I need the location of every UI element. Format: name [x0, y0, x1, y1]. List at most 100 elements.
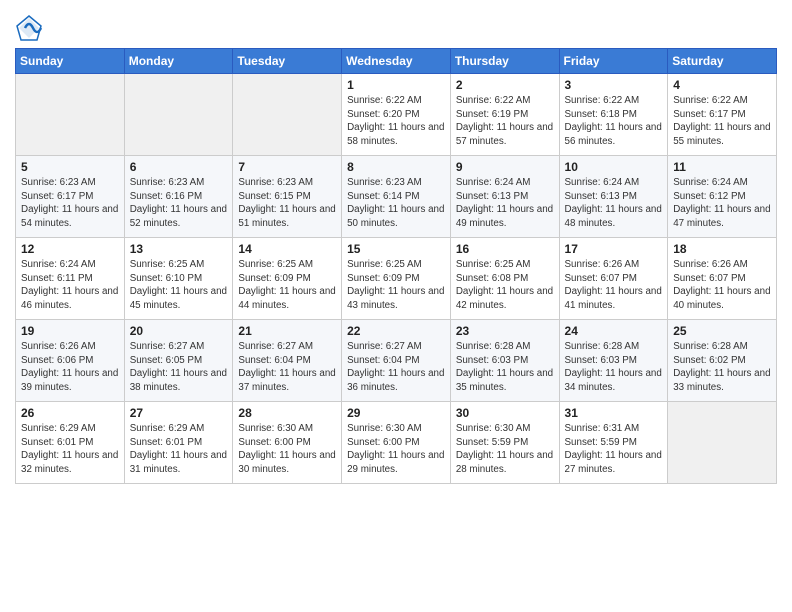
day-info: Sunrise: 6:30 AMSunset: 6:00 PMDaylight:…	[238, 422, 336, 477]
day-number: 28	[238, 406, 336, 420]
day-info: Sunrise: 6:25 AMSunset: 6:10 PMDaylight:…	[130, 258, 228, 313]
day-info: Sunrise: 6:30 AMSunset: 5:59 PMDaylight:…	[456, 422, 554, 477]
day-number: 25	[673, 324, 771, 338]
calendar-cell: 8Sunrise: 6:23 AMSunset: 6:14 PMDaylight…	[342, 156, 451, 238]
calendar-cell	[233, 74, 342, 156]
weekday-header: Friday	[559, 49, 668, 74]
logo-icon	[15, 14, 43, 42]
header	[15, 10, 777, 42]
calendar-cell: 6Sunrise: 6:23 AMSunset: 6:16 PMDaylight…	[124, 156, 233, 238]
calendar-cell: 21 Sunrise: 6:27 AMSunset: 6:04 PMDayligh…	[233, 320, 342, 402]
day-info: Sunrise: 6:27 AMSunset: 6:05 PMDaylight:…	[130, 340, 228, 395]
calendar-cell	[124, 74, 233, 156]
calendar-cell: 26 Sunrise: 6:29 AMSunset: 6:01 PMDayligh…	[16, 402, 125, 484]
day-info: Sunrise: 6:23 AMSunset: 6:17 PMDaylight:…	[21, 176, 119, 231]
calendar-cell: 7 Sunrise: 6:23 AMSunset: 6:15 PMDaylight…	[233, 156, 342, 238]
day-info: Sunrise: 6:24 AMSunset: 6:13 PMDaylight:…	[456, 176, 554, 231]
day-number: 18	[673, 242, 771, 256]
calendar-cell	[16, 74, 125, 156]
day-info: Sunrise: 6:23 AMSunset: 6:16 PMDaylight:…	[130, 176, 228, 231]
calendar-cell: 1 Sunrise: 6:22 AMSunset: 6:20 PMDaylight…	[342, 74, 451, 156]
day-number: 27	[130, 406, 228, 420]
calendar-cell: 16 Sunrise: 6:25 AMSunset: 6:08 PMDayligh…	[450, 238, 559, 320]
day-info: Sunrise: 6:26 AMSunset: 6:07 PMDaylight:…	[673, 258, 771, 313]
day-info: Sunrise: 6:26 AMSunset: 6:06 PMDaylight:…	[21, 340, 119, 395]
calendar-cell: 15Sunrise: 6:25 AMSunset: 6:09 PMDayligh…	[342, 238, 451, 320]
day-number: 26	[21, 406, 119, 420]
calendar-cell: 23 Sunrise: 6:28 AMSunset: 6:03 PMDayligh…	[450, 320, 559, 402]
calendar-cell: 17 Sunrise: 6:26 AMSunset: 6:07 PMDayligh…	[559, 238, 668, 320]
day-info: Sunrise: 6:25 AMSunset: 6:08 PMDaylight:…	[456, 258, 554, 313]
day-number: 17	[565, 242, 663, 256]
weekday-header: Monday	[124, 49, 233, 74]
weekday-header: Tuesday	[233, 49, 342, 74]
day-info: Sunrise: 6:22 AMSunset: 6:17 PMDaylight:…	[673, 94, 771, 149]
weekday-header: Sunday	[16, 49, 125, 74]
calendar-cell: 13 Sunrise: 6:25 AMSunset: 6:10 PMDayligh…	[124, 238, 233, 320]
day-number: 11	[673, 160, 771, 174]
calendar-cell: 14 Sunrise: 6:25 AMSunset: 6:09 PMDayligh…	[233, 238, 342, 320]
calendar-cell: 22 Sunrise: 6:27 AMSunset: 6:04 PMDayligh…	[342, 320, 451, 402]
day-number: 8	[347, 160, 445, 174]
calendar-cell: 20Sunrise: 6:27 AMSunset: 6:05 PMDayligh…	[124, 320, 233, 402]
day-info: Sunrise: 6:30 AMSunset: 6:00 PMDaylight:…	[347, 422, 445, 477]
day-number: 21	[238, 324, 336, 338]
calendar-cell: 30Sunrise: 6:30 AMSunset: 5:59 PMDayligh…	[450, 402, 559, 484]
calendar-cell: 2Sunrise: 6:22 AMSunset: 6:19 PMDaylight…	[450, 74, 559, 156]
day-info: Sunrise: 6:22 AMSunset: 6:20 PMDaylight:…	[347, 94, 445, 149]
day-info: Sunrise: 6:28 AMSunset: 6:03 PMDaylight:…	[565, 340, 663, 395]
day-info: Sunrise: 6:24 AMSunset: 6:12 PMDaylight:…	[673, 176, 771, 231]
day-number: 3	[565, 78, 663, 92]
day-info: Sunrise: 6:27 AMSunset: 6:04 PMDaylight:…	[347, 340, 445, 395]
calendar-cell: 5 Sunrise: 6:23 AMSunset: 6:17 PMDaylight…	[16, 156, 125, 238]
day-number: 12	[21, 242, 119, 256]
day-number: 7	[238, 160, 336, 174]
weekday-header: Thursday	[450, 49, 559, 74]
day-number: 14	[238, 242, 336, 256]
day-number: 23	[456, 324, 554, 338]
calendar-cell: 18 Sunrise: 6:26 AMSunset: 6:07 PMDayligh…	[668, 238, 777, 320]
calendar-cell: 12 Sunrise: 6:24 AMSunset: 6:11 PMDayligh…	[16, 238, 125, 320]
day-number: 2	[456, 78, 554, 92]
calendar-cell: 24 Sunrise: 6:28 AMSunset: 6:03 PMDayligh…	[559, 320, 668, 402]
day-info: Sunrise: 6:28 AMSunset: 6:02 PMDaylight:…	[673, 340, 771, 395]
day-number: 9	[456, 160, 554, 174]
day-info: Sunrise: 6:24 AMSunset: 6:11 PMDaylight:…	[21, 258, 119, 313]
day-number: 10	[565, 160, 663, 174]
calendar-cell: 9 Sunrise: 6:24 AMSunset: 6:13 PMDaylight…	[450, 156, 559, 238]
day-number: 19	[21, 324, 119, 338]
weekday-header: Wednesday	[342, 49, 451, 74]
page-container: SundayMondayTuesdayWednesdayThursdayFrid…	[0, 0, 792, 494]
day-info: Sunrise: 6:25 AMSunset: 6:09 PMDaylight:…	[347, 258, 445, 313]
day-info: Sunrise: 6:25 AMSunset: 6:09 PMDaylight:…	[238, 258, 336, 313]
day-info: Sunrise: 6:31 AMSunset: 5:59 PMDaylight:…	[565, 422, 663, 477]
day-number: 4	[673, 78, 771, 92]
day-number: 13	[130, 242, 228, 256]
day-number: 24	[565, 324, 663, 338]
calendar-cell: 29Sunrise: 6:30 AMSunset: 6:00 PMDayligh…	[342, 402, 451, 484]
calendar-table: SundayMondayTuesdayWednesdayThursdayFrid…	[15, 48, 777, 484]
day-info: Sunrise: 6:29 AMSunset: 6:01 PMDaylight:…	[21, 422, 119, 477]
day-number: 22	[347, 324, 445, 338]
calendar-cell: 3 Sunrise: 6:22 AMSunset: 6:18 PMDaylight…	[559, 74, 668, 156]
day-info: Sunrise: 6:26 AMSunset: 6:07 PMDaylight:…	[565, 258, 663, 313]
weekday-header: Saturday	[668, 49, 777, 74]
day-info: Sunrise: 6:29 AMSunset: 6:01 PMDaylight:…	[130, 422, 228, 477]
day-number: 16	[456, 242, 554, 256]
calendar-cell: 27 Sunrise: 6:29 AMSunset: 6:01 PMDayligh…	[124, 402, 233, 484]
calendar-cell	[668, 402, 777, 484]
day-info: Sunrise: 6:24 AMSunset: 6:13 PMDaylight:…	[565, 176, 663, 231]
calendar-cell: 4 Sunrise: 6:22 AMSunset: 6:17 PMDaylight…	[668, 74, 777, 156]
calendar-cell: 25 Sunrise: 6:28 AMSunset: 6:02 PMDayligh…	[668, 320, 777, 402]
logo	[15, 14, 45, 42]
calendar-cell: 19 Sunrise: 6:26 AMSunset: 6:06 PMDayligh…	[16, 320, 125, 402]
day-number: 1	[347, 78, 445, 92]
day-info: Sunrise: 6:23 AMSunset: 6:15 PMDaylight:…	[238, 176, 336, 231]
day-number: 31	[565, 406, 663, 420]
day-info: Sunrise: 6:22 AMSunset: 6:18 PMDaylight:…	[565, 94, 663, 149]
calendar-cell: 28 Sunrise: 6:30 AMSunset: 6:00 PMDayligh…	[233, 402, 342, 484]
day-info: Sunrise: 6:28 AMSunset: 6:03 PMDaylight:…	[456, 340, 554, 395]
calendar-cell: 31 Sunrise: 6:31 AMSunset: 5:59 PMDayligh…	[559, 402, 668, 484]
day-info: Sunrise: 6:27 AMSunset: 6:04 PMDaylight:…	[238, 340, 336, 395]
day-number: 5	[21, 160, 119, 174]
